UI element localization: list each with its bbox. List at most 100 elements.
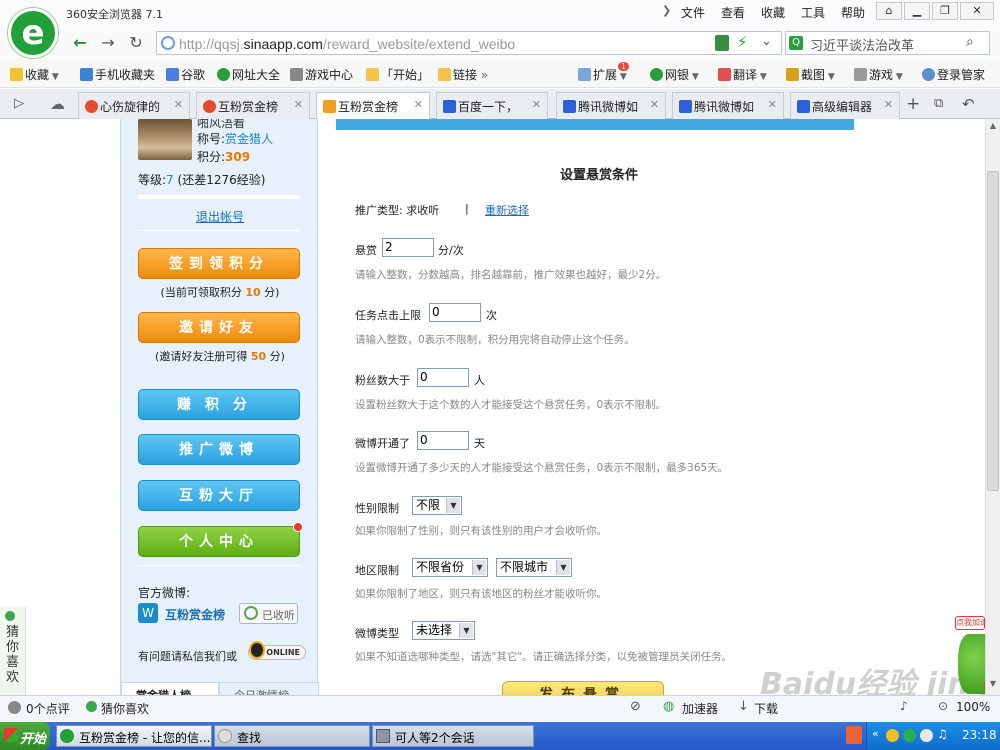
bookmark-games[interactable]: 游戏中心: [290, 66, 353, 83]
address-bar[interactable]: http://qqsj.sinaapp.com/reward_website/e…: [156, 31, 782, 55]
menu-tools[interactable]: 工具: [801, 4, 825, 21]
new-tab-icon[interactable]: +: [906, 94, 920, 114]
clock[interactable]: 23:18: [962, 728, 997, 742]
qq-tray-icon[interactable]: [886, 729, 899, 742]
bookmark-mobile[interactable]: 手机收藏夹: [80, 66, 155, 83]
days-input[interactable]: 0: [417, 431, 469, 450]
fans-input[interactable]: 0: [417, 368, 469, 387]
download-label[interactable]: 下载: [754, 700, 778, 717]
menu-file[interactable]: 文件: [681, 4, 705, 21]
official-weibo-link[interactable]: 互粉赏金榜: [165, 606, 225, 623]
bookmark-links[interactable]: 链接 »: [438, 66, 488, 83]
bookmark-favorites[interactable]: 收藏 ▼: [10, 66, 59, 83]
pin-icon[interactable]: ⌂: [876, 2, 902, 20]
logo-letter-icon: e: [21, 13, 45, 53]
volume-icon[interactable]: ♫: [937, 727, 948, 741]
tab-bounty-rank[interactable]: 赏金猎人榜: [121, 682, 219, 695]
user-avatar[interactable]: [138, 119, 192, 160]
weibo-type-select[interactable]: 未选择 ▼: [412, 621, 475, 640]
tab-3-active[interactable]: 互粉赏金榜 ✕: [316, 92, 430, 120]
tab-5[interactable]: 腾讯微博如 ✕: [556, 92, 666, 119]
tab-today-rank[interactable]: 今日激情榜: [219, 682, 319, 695]
maximize-button[interactable]: ❐: [932, 2, 958, 20]
earn-points-button[interactable]: 赚积分: [138, 389, 300, 420]
scroll-up-icon[interactable]: ▲: [987, 121, 999, 135]
city-select[interactable]: 不限城市 ▼: [496, 558, 572, 577]
browser-logo[interactable]: e: [8, 8, 58, 58]
close-icon[interactable]: ✕: [532, 98, 541, 111]
tray-app-icon[interactable]: [846, 726, 862, 744]
close-button[interactable]: ✕: [960, 2, 994, 20]
menu-help[interactable]: 帮助: [841, 4, 865, 21]
qr-code-icon[interactable]: [715, 35, 729, 51]
bookmark-directory[interactable]: 网址大全: [217, 66, 280, 83]
tab-6[interactable]: 腾讯微博如 ✕: [672, 92, 784, 119]
sidebar-toggle-icon[interactable]: ▷: [14, 96, 24, 111]
menu-favorites[interactable]: 收藏: [761, 4, 785, 21]
minimize-button[interactable]: ▁: [904, 2, 930, 20]
menu-view[interactable]: 查看: [721, 4, 745, 21]
taskbar-item-search[interactable]: 查找: [214, 725, 370, 747]
invite-button[interactable]: 邀请好友: [138, 312, 300, 343]
toolbar-login-manager[interactable]: 登录管家: [922, 66, 985, 83]
refresh-icon[interactable]: ↻: [124, 32, 148, 54]
scroll-down-icon[interactable]: ▼: [987, 679, 999, 693]
logout-link[interactable]: 退出帐号: [121, 208, 319, 225]
accelerator-label[interactable]: 加速器: [682, 700, 718, 717]
forward-icon[interactable]: →: [96, 32, 120, 54]
comments-count[interactable]: 0个点评: [26, 700, 70, 717]
reselect-link[interactable]: 重新选择: [485, 202, 529, 218]
tab-7[interactable]: 高级编辑器 ✕: [790, 92, 900, 119]
click-limit-input[interactable]: 0: [429, 303, 481, 322]
undo-close-icon[interactable]: ↶: [962, 95, 975, 113]
tray-expand-icon[interactable]: «: [872, 727, 879, 740]
scroll-thumb[interactable]: [987, 171, 999, 491]
checkin-button[interactable]: 签到领积分: [138, 248, 300, 279]
search-box[interactable]: Q 习近平谈法治改革 ⌕: [785, 31, 990, 55]
follow-hall-button[interactable]: 互粉大厅: [138, 480, 300, 511]
close-icon[interactable]: ✕: [414, 98, 423, 111]
taskbar-item-browser[interactable]: 互粉赏金榜 - 让您的信...: [56, 725, 212, 747]
toolbar-banking[interactable]: 网银 ▼: [650, 66, 699, 83]
weibo-icon: [85, 100, 98, 113]
speed-icon[interactable]: ⚡: [737, 33, 748, 51]
taskbar-item-chat[interactable]: 可人等2个会话: [372, 725, 534, 747]
toolbar-screenshot[interactable]: 截图 ▼: [786, 66, 835, 83]
toolbar-translate[interactable]: 翻译 ▼: [718, 66, 767, 83]
chevron-down-icon[interactable]: ⌄: [761, 34, 772, 49]
speed-up-label[interactable]: 点我加速: [955, 616, 985, 630]
bookmark-google[interactable]: 谷歌: [166, 66, 205, 83]
close-icon[interactable]: ✕: [884, 98, 893, 111]
network-tray-icon[interactable]: [920, 729, 933, 742]
status-guess[interactable]: 猜你喜欢: [101, 700, 149, 717]
guess-widget[interactable]: 猜你喜欢: [0, 607, 26, 695]
personal-center-button[interactable]: 个人中心: [138, 526, 300, 557]
sound-icon[interactable]: ♪: [900, 699, 908, 713]
promote-weibo-button[interactable]: 推广微博: [138, 434, 300, 465]
vertical-scrollbar[interactable]: ▲ ▼: [985, 119, 1000, 695]
zoom-level[interactable]: 100%: [956, 700, 990, 714]
bookmark-start[interactable]: 「开始」: [366, 66, 429, 83]
security-tray-icon[interactable]: [903, 729, 916, 742]
close-icon[interactable]: ✕: [174, 98, 183, 111]
close-icon[interactable]: ✕: [294, 98, 303, 111]
search-icon[interactable]: ⌕: [966, 34, 974, 50]
province-select[interactable]: 不限省份 ▼: [412, 558, 488, 577]
cloud-icon[interactable]: ☁: [50, 95, 65, 113]
search-engine-icon[interactable]: Q: [789, 36, 803, 50]
speed-mascot-icon[interactable]: [958, 634, 985, 694]
back-icon[interactable]: ←: [68, 32, 92, 54]
toolbar-extensions[interactable]: 扩展 1 ▼: [578, 62, 630, 83]
submit-reward-button[interactable]: 发布悬赏: [502, 681, 664, 695]
tab-4[interactable]: 百度一下， ✕: [436, 92, 548, 119]
compass-icon[interactable]: ⊘: [630, 699, 641, 714]
close-icon[interactable]: ✕: [650, 98, 659, 111]
gender-select[interactable]: 不限 ▼: [412, 496, 462, 515]
search-input[interactable]: 习近平谈法治改革: [810, 35, 914, 54]
close-icon[interactable]: ✕: [768, 98, 777, 111]
tab-2[interactable]: 互粉赏金榜 ✕: [196, 92, 310, 119]
reward-input[interactable]: 2: [382, 238, 434, 257]
toolbar-games[interactable]: 游戏 ▼: [854, 66, 903, 83]
tab-1[interactable]: 心伤旋律的 ✕: [78, 92, 190, 119]
tab-list-icon[interactable]: ⧉: [934, 96, 943, 111]
